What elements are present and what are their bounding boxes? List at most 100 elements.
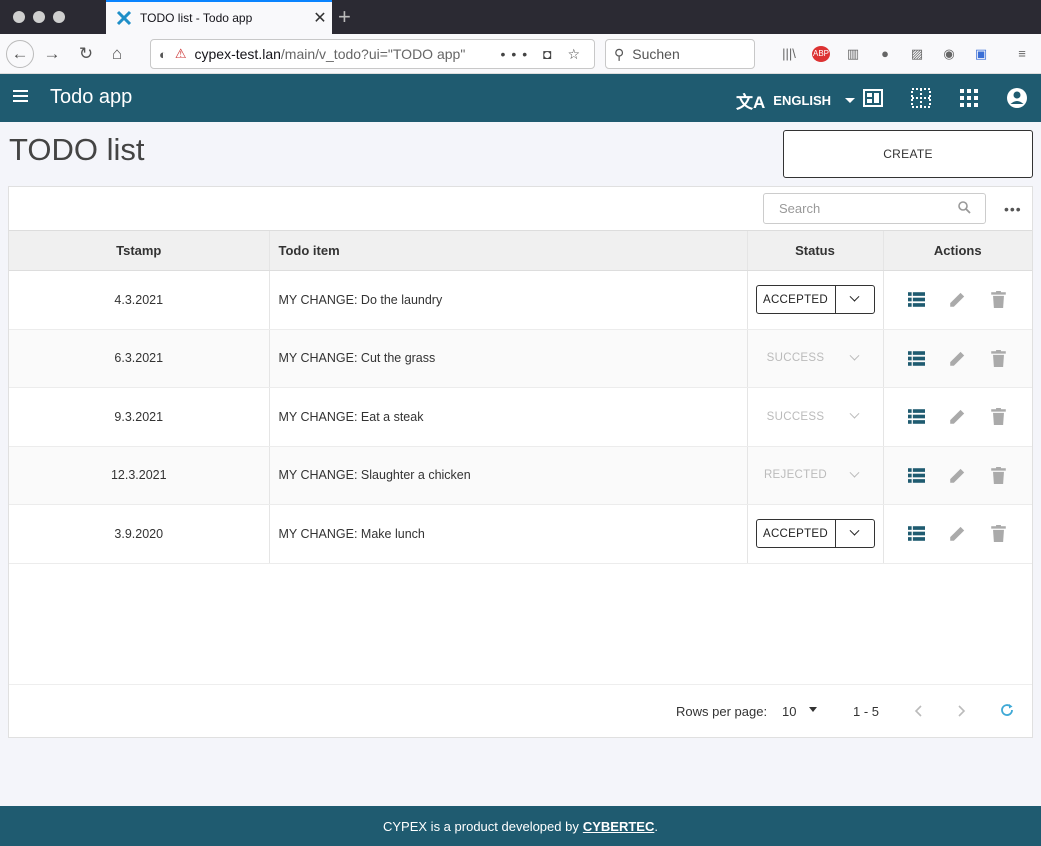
- view-list-icon[interactable]: [908, 350, 926, 367]
- edit-pencil-icon[interactable]: [949, 291, 966, 308]
- table-row: 9.3.2021 MY CHANGE: Eat a steak SUCCESS: [9, 387, 1032, 447]
- page-actions-icon[interactable]: ••• ◘ ☆: [501, 46, 595, 63]
- caret-down-icon: [845, 98, 856, 103]
- chevron-down-icon: [849, 408, 860, 419]
- cell-actions: [882, 270, 1032, 330]
- hamburger-menu-icon[interactable]: [13, 90, 28, 102]
- edit-pencil-icon[interactable]: [949, 467, 966, 484]
- status-split-button[interactable]: ACCEPTED: [755, 519, 875, 549]
- chevron-down-icon: [849, 525, 860, 536]
- status-split-button: REJECTED: [756, 461, 875, 490]
- adblock-icon[interactable]: ABP: [812, 46, 830, 62]
- insecure-lock-icon[interactable]: ⚠: [175, 46, 187, 62]
- table-row: 3.9.2020 MY CHANGE: Make lunch ACCEPTED: [9, 504, 1032, 564]
- browser-search-input[interactable]: ⚲ Suchen: [605, 39, 755, 69]
- table-card: Search ••• Tstamp Todo item Status Actio…: [8, 186, 1033, 738]
- more-options-icon[interactable]: •••: [1004, 201, 1022, 217]
- cell-todo-item: MY CHANGE: Do the laundry: [268, 270, 747, 330]
- cell-status: REJECTED: [746, 446, 883, 505]
- browser-tabbar: TODO list - Todo app ✕ +: [0, 0, 1041, 34]
- cell-todo-item: MY CHANGE: Slaughter a chicken: [268, 446, 747, 505]
- view-list-icon[interactable]: [908, 467, 926, 484]
- create-button[interactable]: CREATE: [783, 130, 1033, 178]
- browser-navbar: ← → ↻ ⌂ ◐ ⚠ cypex-test.lan/main/v_todo?u…: [0, 34, 1041, 74]
- column-header-tstamp[interactable]: Tstamp: [9, 230, 269, 271]
- forward-icon[interactable]: →: [38, 40, 66, 68]
- cell-status: ACCEPTED: [746, 270, 883, 330]
- status-dropdown-toggle[interactable]: [836, 286, 874, 313]
- view-list-icon[interactable]: [908, 408, 926, 425]
- shield-icon[interactable]: ◐: [159, 47, 167, 62]
- previous-page-icon[interactable]: [912, 703, 926, 719]
- status-label[interactable]: ACCEPTED: [757, 286, 836, 314]
- status-split-button: SUCCESS: [756, 402, 875, 431]
- grid-layout-icon[interactable]: [910, 87, 932, 109]
- caret-down-icon[interactable]: [809, 707, 817, 712]
- cell-todo-item: MY CHANGE: Eat a steak: [268, 387, 747, 447]
- delete-trash-icon[interactable]: [990, 408, 1007, 426]
- new-tab-icon[interactable]: +: [338, 4, 351, 30]
- chevron-down-icon: [849, 350, 860, 361]
- cell-todo-item: MY CHANGE: Make lunch: [268, 504, 747, 564]
- cell-tstamp: 6.3.2021: [9, 329, 269, 388]
- menu-icon[interactable]: ≡: [1013, 46, 1031, 62]
- view-list-icon[interactable]: [908, 525, 926, 542]
- table-body: 4.3.2021 MY CHANGE: Do the laundry ACCEP…: [9, 270, 1032, 564]
- tab-title: TODO list - Todo app: [140, 11, 253, 25]
- search-icon: [958, 201, 971, 214]
- status-label: REJECTED: [763, 469, 828, 482]
- close-window-dot[interactable]: [13, 11, 25, 23]
- column-header-todo-item[interactable]: Todo item: [268, 230, 747, 271]
- home-icon[interactable]: ⌂: [103, 40, 131, 68]
- edit-pencil-icon[interactable]: [949, 408, 966, 425]
- translate-icon: 文A: [736, 93, 766, 112]
- table-search-input[interactable]: Search: [763, 193, 986, 224]
- status-dropdown-toggle[interactable]: [836, 520, 874, 547]
- cybertec-link[interactable]: CYBERTEC: [583, 819, 655, 834]
- next-page-icon[interactable]: [954, 703, 968, 719]
- todo-table: Tstamp Todo item Status Actions 4.3.2021…: [9, 230, 1032, 564]
- edit-pencil-icon[interactable]: [949, 350, 966, 367]
- edit-pencil-icon[interactable]: [949, 525, 966, 542]
- reader-icon[interactable]: ▥: [844, 46, 862, 62]
- rows-per-page-select[interactable]: 10: [782, 704, 796, 719]
- status-split-button[interactable]: ACCEPTED: [755, 285, 875, 315]
- url-text: cypex-test.lan/main/v_todo?ui="TODO app": [194, 46, 466, 62]
- cell-status: SUCCESS: [746, 387, 883, 447]
- cypex-favicon-icon: [116, 10, 132, 26]
- chevron-down-icon: [849, 291, 860, 302]
- url-bar[interactable]: ◐ ⚠ cypex-test.lan/main/v_todo?ui="TODO …: [150, 39, 595, 69]
- cell-todo-item: MY CHANGE: Cut the grass: [268, 329, 747, 388]
- image-icon[interactable]: ▨: [908, 46, 926, 62]
- account-icon[interactable]: ◉: [940, 46, 958, 62]
- zoom-window-dot[interactable]: [53, 11, 65, 23]
- apps-icon[interactable]: [958, 87, 980, 109]
- refresh-icon[interactable]: [999, 702, 1015, 718]
- library-icon[interactable]: |||\: [780, 46, 798, 62]
- delete-trash-icon[interactable]: [990, 525, 1007, 543]
- cell-tstamp: 9.3.2021: [9, 387, 269, 447]
- column-header-actions: Actions: [882, 230, 1032, 271]
- extension-icon[interactable]: ●: [876, 46, 894, 62]
- account-circle-icon[interactable]: [1006, 87, 1028, 109]
- delete-trash-icon[interactable]: [990, 349, 1007, 367]
- view-list-icon[interactable]: [908, 291, 926, 308]
- status-dropdown-toggle: [836, 462, 874, 489]
- dashboard-icon[interactable]: [862, 87, 884, 109]
- minimize-window-dot[interactable]: [33, 11, 45, 23]
- delete-trash-icon[interactable]: [990, 291, 1007, 309]
- table-row: 4.3.2021 MY CHANGE: Do the laundry ACCEP…: [9, 270, 1032, 330]
- pagination-bar: Rows per page: 10 1 - 5: [9, 684, 1032, 737]
- back-icon[interactable]: ←: [6, 40, 34, 68]
- close-tab-icon[interactable]: ✕: [308, 8, 332, 28]
- language-selector[interactable]: 文A ENGLISH: [736, 88, 856, 113]
- page-range: 1 - 5: [853, 704, 880, 719]
- rows-per-page-label: Rows per page:: [676, 704, 768, 719]
- reload-icon[interactable]: ↻: [72, 40, 100, 68]
- status-label[interactable]: ACCEPTED: [757, 520, 836, 548]
- container-icon[interactable]: ▣: [972, 46, 990, 62]
- column-header-status[interactable]: Status: [746, 230, 883, 271]
- cell-status: ACCEPTED: [746, 504, 883, 564]
- delete-trash-icon[interactable]: [990, 466, 1007, 484]
- browser-tab[interactable]: TODO list - Todo app ✕: [106, 0, 332, 34]
